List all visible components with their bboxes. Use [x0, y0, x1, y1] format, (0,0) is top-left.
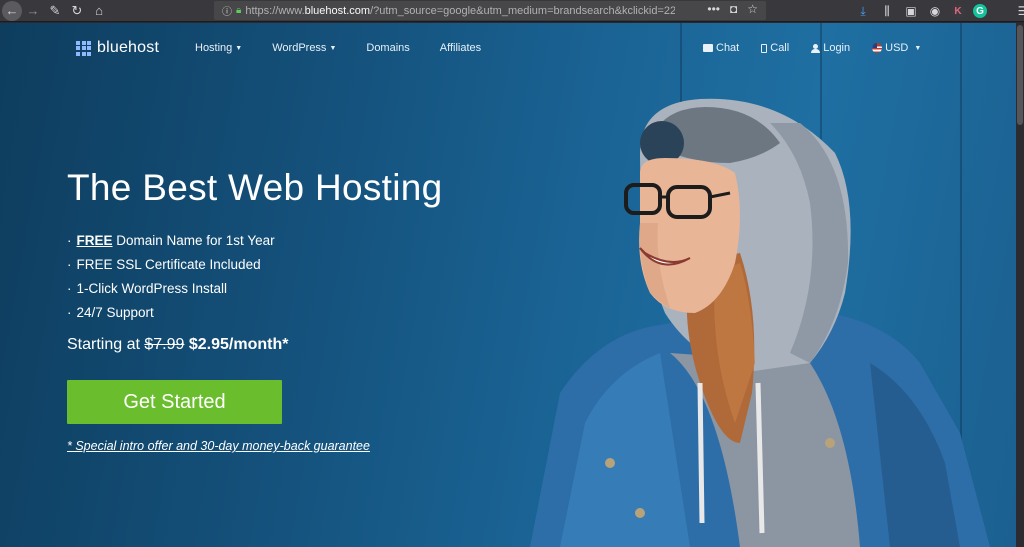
hero-photo	[530, 98, 990, 547]
download-icon[interactable]: ⤓	[855, 3, 871, 19]
back-button[interactable]: ←	[0, 0, 22, 22]
home-button[interactable]: ⌂	[88, 0, 110, 22]
chat-link[interactable]: Chat	[703, 42, 739, 54]
user-icon	[811, 43, 821, 53]
account-icon[interactable]: ◉	[927, 3, 943, 19]
extension-k-icon[interactable]: K	[951, 4, 965, 18]
hero-title: The Best Web Hosting	[67, 167, 443, 208]
price-line: Starting at $7.99 $2.95/month*	[67, 336, 289, 353]
call-link[interactable]: Call	[761, 42, 789, 54]
chat-icon	[703, 44, 713, 52]
home-icon: ⌂	[95, 3, 103, 18]
main-nav: Hosting ▼ WordPress ▼ Domains Affiliates	[195, 42, 511, 54]
nav-item-domains[interactable]: Domains	[366, 42, 409, 54]
url-text[interactable]: https://www.bluehost.com/?utm_source=goo…	[245, 5, 675, 17]
feature-item: · 24/7 Support	[67, 305, 154, 320]
login-link[interactable]: Login	[811, 42, 850, 54]
nav-item-affiliates[interactable]: Affiliates	[440, 42, 481, 54]
forward-button[interactable]: →	[22, 0, 44, 22]
pocket-icon[interactable]: ◘	[730, 2, 737, 16]
feature-item: · FREE SSL Certificate Included	[67, 257, 261, 272]
address-bar[interactable]: ⓘ 🔒︎ https://www.bluehost.com/?utm_sourc…	[214, 1, 766, 20]
utility-nav: Chat Call Login USD ▼	[703, 42, 943, 54]
bluehost-logo[interactable]: bluehost	[76, 39, 159, 57]
phone-icon	[761, 43, 768, 53]
caret-down-icon: ▼	[914, 44, 922, 52]
logo-grid-icon	[76, 40, 91, 56]
nav-item-hosting[interactable]: Hosting ▼	[195, 42, 242, 54]
wrench-icon: ✎	[49, 2, 61, 18]
new-price: $2.95/month*	[188, 336, 289, 353]
sidebar-icon[interactable]: ▣	[903, 3, 919, 19]
caret-down-icon: ▼	[329, 44, 337, 52]
offer-disclaimer-link[interactable]: * Special intro offer and 30-day money-b…	[67, 439, 370, 453]
url-domain: bluehost.com	[304, 4, 371, 17]
browser-toolbar: ← → ✎ ↻ ⌂ ⓘ 🔒︎ https://www.bluehost.com/…	[0, 0, 1024, 22]
arrow-right-icon: →	[26, 3, 40, 18]
bookmark-star-icon[interactable]: ☆	[747, 2, 758, 16]
page-scrollbar[interactable]	[1016, 23, 1024, 547]
caret-down-icon: ▼	[235, 44, 243, 52]
grammarly-icon[interactable]: G	[973, 4, 987, 18]
us-flag-icon	[872, 43, 883, 53]
feature-list: · FREE Domain Name for 1st Year · FREE SSL…	[67, 231, 275, 327]
get-started-button[interactable]: Get Started	[67, 380, 282, 424]
library-icon[interactable]: ⫼	[879, 3, 895, 19]
url-prefix: https://www.	[245, 4, 305, 17]
scroll-thumb[interactable]	[1017, 25, 1023, 125]
nav-item-wordpress[interactable]: WordPress ▼	[272, 42, 336, 54]
old-price: $7.99	[144, 336, 185, 353]
feature-item: · 1-Click WordPress Install	[67, 281, 228, 296]
lock-icon[interactable]: 🔒︎	[236, 5, 241, 16]
hamburger-menu-icon[interactable]: ☰	[1015, 3, 1024, 19]
feature-item: · FREE Domain Name for 1st Year	[67, 233, 275, 248]
ellipsis-icon[interactable]: •••	[707, 2, 720, 16]
info-icon[interactable]: ⓘ	[222, 3, 232, 18]
url-rest: /?utm_source=google&utm_medium=brandsear…	[370, 4, 676, 17]
currency-selector[interactable]: USD ▼	[872, 42, 921, 54]
reload-icon: ↻	[71, 2, 83, 18]
tools-button[interactable]: ✎	[44, 0, 66, 22]
arrow-left-icon: ←	[2, 0, 22, 21]
webpage: bluehost Hosting ▼ WordPress ▼ Domains Aff…	[0, 23, 1016, 547]
reload-button[interactable]: ↻	[66, 0, 88, 22]
logo-text: bluehost	[97, 39, 160, 56]
